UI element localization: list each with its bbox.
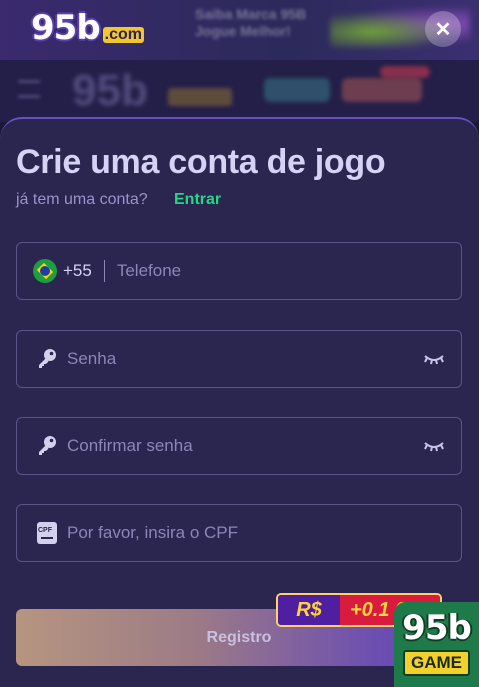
cpf-field[interactable]: CPF [16,504,462,562]
background-banner-text: Saiba Marca 95B Jogue Melhor! [195,6,307,39]
key-icon [39,349,56,368]
eye-closed-icon[interactable] [423,439,445,453]
confirm-password-field[interactable] [16,417,462,475]
brand-logo-domain: .com [102,26,144,43]
background-login-button [264,78,330,102]
brand-logo-text: 95b [31,8,101,48]
login-prompt: já tem uma conta? [16,191,148,208]
game-badge-label: GAME [403,650,470,676]
cpf-icon: CPF [37,522,57,544]
phone-input[interactable] [116,243,461,299]
page-title: Crie uma conta de jogo [16,143,386,181]
confirm-password-input[interactable] [67,418,423,474]
cpf-input[interactable] [67,505,461,561]
key-icon [39,436,56,455]
background-register-button [342,78,422,102]
game-badge-brand: 95b [402,608,472,648]
phone-divider [103,260,105,282]
country-code[interactable]: +55 [63,261,92,281]
background-badge [380,66,430,78]
brazil-flag-icon[interactable] [33,259,57,283]
background-logo: 95b [72,66,148,115]
login-link[interactable]: Entrar [174,191,221,209]
password-field[interactable] [16,330,462,388]
cpf-icon-text: CPF [38,527,52,534]
password-input[interactable] [67,331,423,387]
phone-field[interactable]: +55 [16,242,462,300]
menu-icon [18,80,40,98]
close-button[interactable]: ✕ [425,11,461,47]
background-logo-domain [168,88,232,106]
brand-logo: 95b .com [31,10,144,46]
close-icon: ✕ [434,18,452,41]
game-badge[interactable]: 95b GAME [394,602,479,687]
eye-closed-icon[interactable] [423,352,445,366]
bonus-currency: R$ [278,595,340,625]
